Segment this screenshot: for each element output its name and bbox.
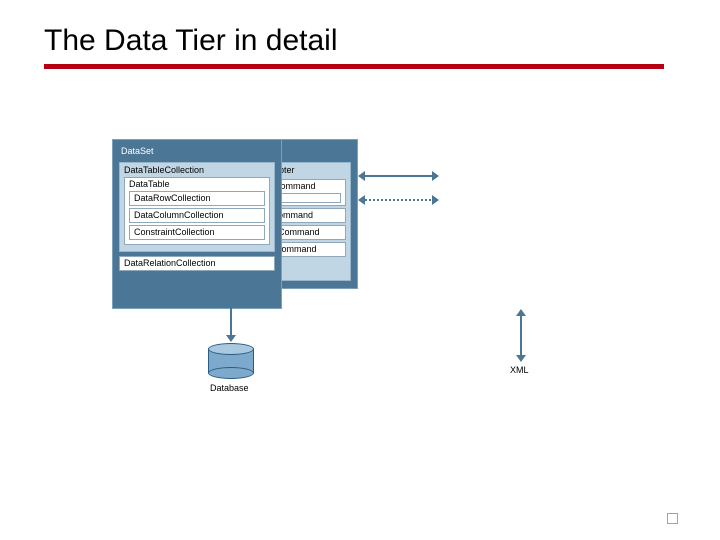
- arrowhead-provider-db-up: [226, 289, 236, 296]
- dataset-panel: DataSet DataTableCollection DataTable Da…: [112, 139, 282, 309]
- diagram-area: .NET Data Provider Connection Transactio…: [112, 139, 642, 419]
- constraintcollection-box: ConstraintCollection: [129, 225, 265, 240]
- slide-title: The Data Tier in detail: [44, 24, 680, 58]
- datatable-label: DataTable: [129, 179, 170, 189]
- arrowhead-pd-top-left: [358, 171, 365, 181]
- slide: The Data Tier in detail .NET Data Provid…: [0, 0, 720, 540]
- arrowhead-pd-bot-left: [358, 195, 365, 205]
- arrow-provider-dataset-top: [362, 175, 434, 177]
- datarelationcollection-box: DataRelationCollection: [119, 256, 275, 271]
- arrow-provider-db: [230, 293, 232, 337]
- arrowhead-dataset-xml-up: [516, 309, 526, 316]
- xml-label: XML: [510, 365, 529, 375]
- dtc-label: DataTableCollection: [124, 165, 204, 175]
- database-icon: [208, 343, 254, 379]
- arrowhead-pd-top-right: [432, 171, 439, 181]
- arrow-provider-dataset-bot: [362, 199, 434, 201]
- arrowhead-pd-bot-right: [432, 195, 439, 205]
- title-underline: [44, 64, 664, 69]
- arrowhead-dataset-xml-down: [516, 355, 526, 362]
- datatablecollection-box: DataTableCollection DataTable DataRowCol…: [119, 162, 275, 252]
- datarowcollection-box: DataRowCollection: [129, 191, 265, 206]
- datacolumncollection-box: DataColumnCollection: [129, 208, 265, 223]
- dataset-title: DataSet: [117, 144, 277, 160]
- arrowhead-provider-db-down: [226, 335, 236, 342]
- footer-square-icon: [667, 513, 678, 524]
- arrow-dataset-xml: [520, 313, 522, 357]
- datatable-box: DataTable DataRowCollection DataColumnCo…: [124, 177, 270, 245]
- database-label: Database: [210, 383, 249, 393]
